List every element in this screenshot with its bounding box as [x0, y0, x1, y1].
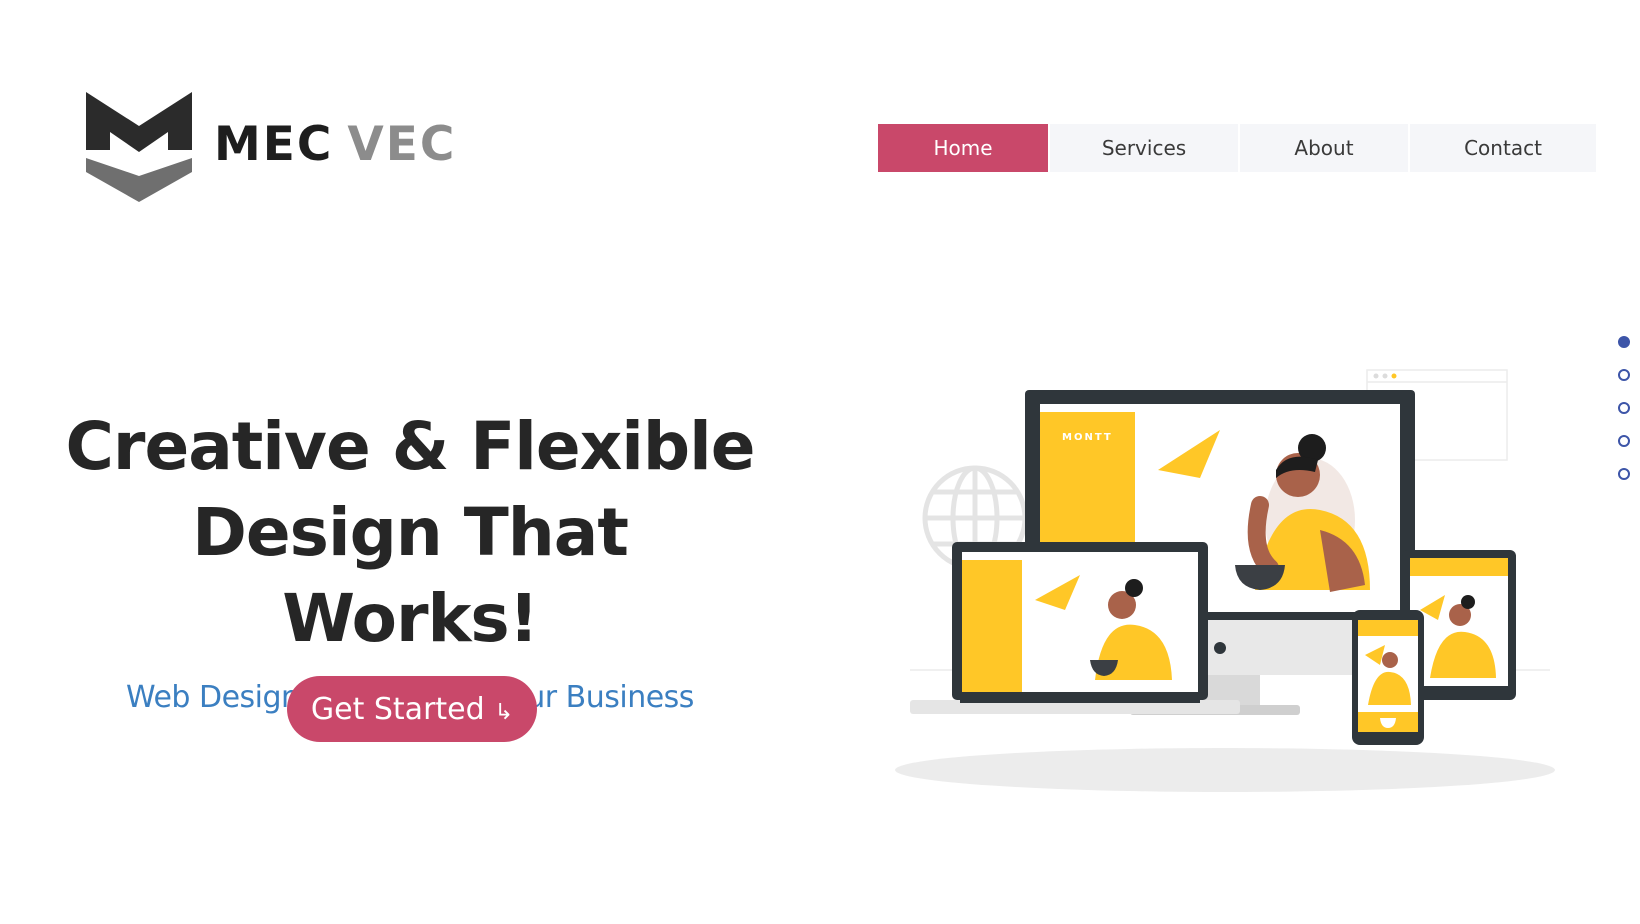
laptop — [910, 542, 1240, 714]
responsive-devices-image: MONTT — [895, 369, 1555, 792]
floor-shadow — [895, 748, 1555, 792]
get-started-label: Get Started — [310, 691, 485, 727]
get-started-button[interactable]: Get Started ↳ — [287, 676, 537, 742]
logo-chevron-icon — [86, 92, 192, 202]
main-nav: Home Services About Contact — [878, 124, 1596, 172]
slide-dot-1[interactable] — [1618, 336, 1630, 348]
hero-title-line2: Design That Works! — [192, 494, 629, 657]
slide-dot-3[interactable] — [1618, 402, 1630, 414]
brand-name-part1: MEC — [214, 116, 334, 172]
nav-item-contact[interactable]: Contact — [1408, 124, 1596, 172]
phone — [1352, 610, 1424, 745]
nav-item-about[interactable]: About — [1238, 124, 1408, 172]
screen-brand-text: MONTT — [1062, 432, 1113, 443]
page: MEC VEC Home Services About Contact Creat… — [0, 0, 1640, 924]
slide-dot-5[interactable] — [1618, 468, 1630, 480]
slide-dots — [1618, 336, 1630, 501]
brand-name-part2: VEC — [347, 116, 457, 172]
slide-dot-2[interactable] — [1618, 369, 1630, 381]
hero-title-line1: Creative & Flexible — [65, 408, 755, 485]
nav-item-services[interactable]: Services — [1048, 124, 1238, 172]
hero-title: Creative & Flexible Design That Works! — [60, 404, 760, 662]
arrow-down-right-icon: ↳ — [494, 699, 514, 725]
brand-name: MEC VEC — [214, 121, 456, 168]
brand-logo[interactable]: MEC VEC — [86, 92, 456, 202]
hero-section: Creative & Flexible Design That Works! W… — [60, 404, 760, 715]
devices-illustration: MONTT — [890, 360, 1590, 800]
nav-item-home[interactable]: Home — [878, 124, 1048, 172]
slide-dot-4[interactable] — [1618, 435, 1630, 447]
